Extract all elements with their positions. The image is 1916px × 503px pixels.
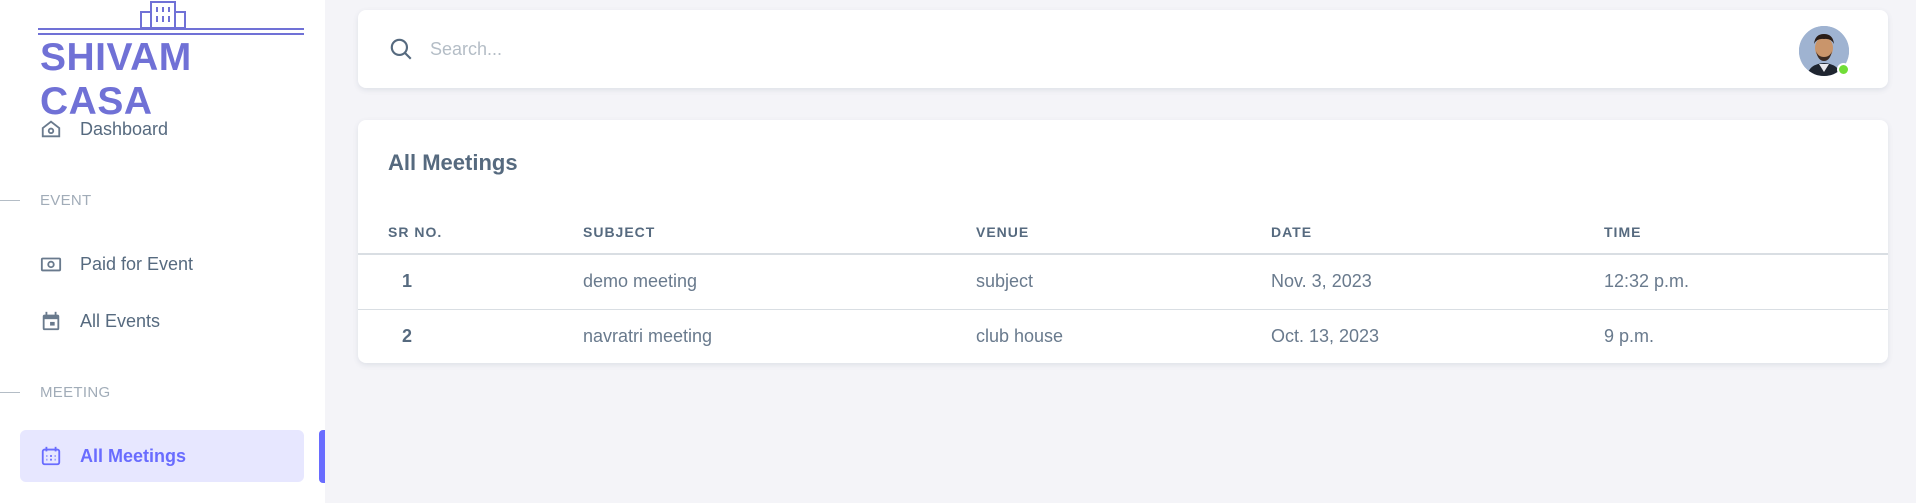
building-icon bbox=[38, 1, 304, 35]
table-row[interactable]: 1 demo meeting subject Nov. 3, 2023 12:3… bbox=[358, 254, 1888, 310]
sidebar-item-paid-for-event[interactable]: Paid for Event bbox=[20, 238, 304, 290]
cell-subject: navratri meeting bbox=[583, 326, 713, 347]
home-icon bbox=[40, 118, 62, 140]
top-navbar bbox=[358, 10, 1888, 88]
sidebar-item-label: Dashboard bbox=[80, 118, 169, 139]
cell-venue: subject bbox=[976, 254, 1271, 310]
calendar-grid-icon bbox=[40, 445, 62, 467]
sidebar-item-dashboard[interactable]: Dashboard bbox=[20, 103, 304, 155]
online-status-dot bbox=[1837, 63, 1850, 76]
section-header-event: EVENT bbox=[0, 190, 300, 210]
sidebar-item-all-meetings[interactable]: All Meetings bbox=[20, 430, 304, 482]
active-indicator bbox=[319, 430, 325, 483]
cell-time: 12:32 p.m. bbox=[1604, 254, 1888, 310]
cell-time: 9 p.m. bbox=[1604, 326, 1655, 347]
meetings-card: All Meetings SR NO. SUBJECT VENUE DATE T… bbox=[358, 120, 1888, 363]
sidebar: SHIVAM CASA Dashboard EVENT Paid for Eve… bbox=[0, 0, 325, 503]
table-header-row: SR NO. SUBJECT VENUE DATE TIME bbox=[358, 210, 1888, 255]
sidebar-item-label: All Events bbox=[80, 310, 161, 331]
column-header-venue[interactable]: VENUE bbox=[976, 210, 1271, 255]
cell-venue: club house bbox=[976, 326, 1064, 347]
cell-sr-no: 2 bbox=[402, 326, 413, 347]
column-header-date[interactable]: DATE bbox=[1271, 210, 1604, 255]
column-header-sr-no[interactable]: SR NO. bbox=[358, 210, 583, 255]
cell-sr-no: 1 bbox=[358, 254, 583, 310]
cell-subject: demo meeting bbox=[583, 254, 976, 310]
search-icon[interactable] bbox=[388, 36, 414, 62]
brand-logo[interactable]: SHIVAM CASA bbox=[38, 0, 304, 123]
cell-date: Nov. 3, 2023 bbox=[1271, 254, 1604, 310]
meetings-table: SR NO. SUBJECT VENUE DATE TIME 1 demo me… bbox=[358, 210, 1888, 364]
column-header-subject[interactable]: SUBJECT bbox=[583, 210, 976, 255]
search-input[interactable] bbox=[430, 32, 690, 66]
sidebar-item-all-events[interactable]: All Events bbox=[20, 295, 304, 347]
table-row[interactable]: 2 navratri meeting club house Oct. 13, 2… bbox=[358, 309, 1888, 364]
section-header-meeting: MEETING bbox=[0, 382, 300, 402]
cell-date: Oct. 13, 2023 bbox=[1271, 326, 1380, 347]
column-header-time[interactable]: TIME bbox=[1604, 210, 1888, 255]
calendar-icon bbox=[40, 310, 62, 332]
sidebar-item-label: Paid for Event bbox=[80, 253, 194, 274]
sidebar-item-label: All Meetings bbox=[80, 445, 187, 466]
money-icon bbox=[40, 253, 62, 275]
card-title: All Meetings bbox=[388, 150, 518, 175]
